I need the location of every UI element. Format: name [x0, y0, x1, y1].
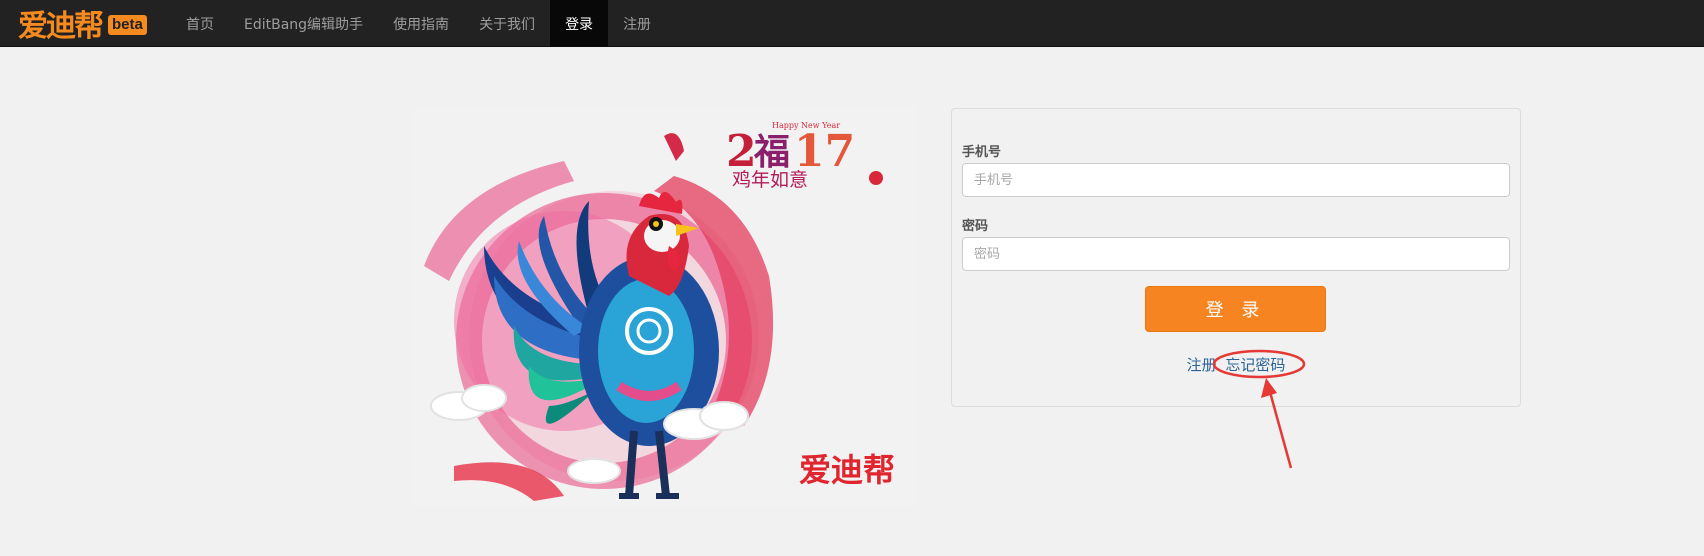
nav-item-editbang[interactable]: EditBang编辑助手 [229, 0, 378, 47]
hero-slogan: 鸡年如意 [732, 169, 808, 191]
new-year-rooster-illustration: Happy New Year 2 福 17 鸡年如意 爱迪帮 [414, 106, 915, 507]
brand-name: 爱迪帮 [18, 9, 104, 44]
nav-item-login[interactable]: 登录 [550, 0, 609, 47]
hero-watermark: 爱迪帮 [799, 451, 895, 489]
hero-fu-character: 福 [753, 132, 790, 173]
phone-label: 手机号 [962, 145, 1002, 160]
main-nav: 首页 EditBang编辑助手 使用指南 关于我们 登录 注册 [171, 0, 666, 47]
login-panel: 手机号 密码 登 录 注册 忘记密码 [951, 108, 1521, 407]
nav-item-guide[interactable]: 使用指南 [378, 0, 464, 47]
register-link[interactable]: 注册 [1187, 356, 1217, 374]
password-label: 密码 [962, 219, 989, 234]
nav-item-home[interactable]: 首页 [171, 0, 229, 47]
forgot-password-link[interactable]: 忘记密码 [1225, 356, 1285, 374]
nav-item-about[interactable]: 关于我们 [464, 0, 550, 47]
account-links: 注册 忘记密码 [952, 354, 1520, 375]
brand-logo[interactable]: 爱迪帮 beta [18, 4, 147, 44]
login-button[interactable]: 登 录 [1145, 286, 1326, 332]
top-navbar: 爱迪帮 beta 首页 EditBang编辑助手 使用指南 关于我们 登录 注册 [0, 0, 1704, 47]
beta-badge: beta [108, 15, 147, 35]
password-input[interactable] [962, 237, 1510, 271]
nav-item-register[interactable]: 注册 [608, 0, 666, 47]
phone-input[interactable] [962, 163, 1510, 197]
